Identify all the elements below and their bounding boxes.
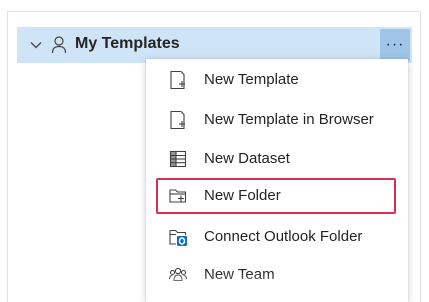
menu-item-new-dataset[interactable]: New Dataset	[156, 141, 396, 177]
menu-item-connect-outlook-folder[interactable]: Connect Outlook Folder	[156, 219, 396, 255]
my-templates-row[interactable]: My Templates ···	[17, 27, 412, 63]
menu-item-label: New Folder	[204, 187, 281, 204]
new-template-browser-icon	[170, 110, 185, 130]
chevron-down-icon[interactable]	[29, 38, 43, 52]
menu-scroll-fade	[146, 272, 408, 302]
menu-item-new-folder[interactable]: New Folder	[156, 178, 396, 214]
menu-item-label: New Template in Browser	[204, 111, 374, 128]
person-icon	[51, 36, 67, 54]
menu-item-new-template[interactable]: New Template	[156, 62, 396, 98]
menu-item-label: New Template	[204, 71, 299, 88]
outlook-folder-icon	[169, 229, 187, 246]
menu-item-new-template-in-browser[interactable]: New Template in Browser	[156, 102, 396, 138]
menu-item-label: New Dataset	[204, 150, 290, 167]
new-folder-icon	[169, 189, 187, 203]
context-menu: New Template New Template in Browser New…	[146, 59, 408, 302]
dataset-icon	[169, 150, 187, 168]
new-template-icon	[170, 70, 185, 90]
more-options-button[interactable]: ···	[380, 29, 410, 61]
header-title: My Templates	[75, 35, 180, 52]
menu-item-label: Connect Outlook Folder	[204, 228, 363, 245]
